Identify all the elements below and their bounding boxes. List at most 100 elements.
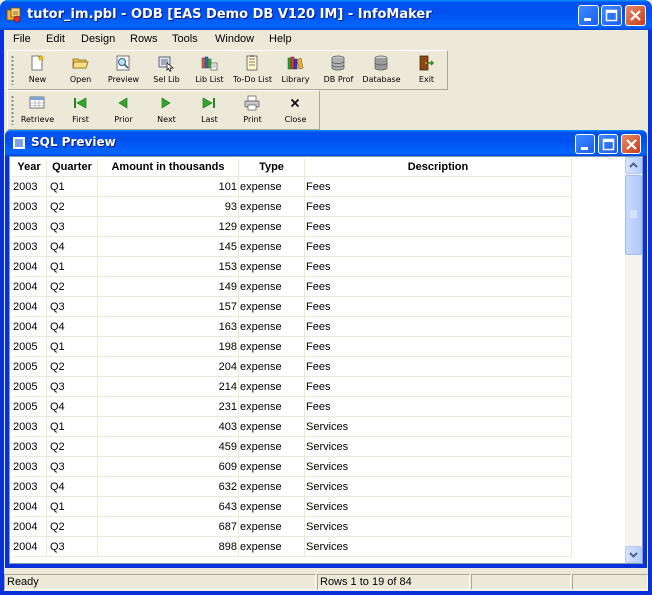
first-button[interactable]: First <box>59 91 102 129</box>
chevron-down-icon <box>629 552 638 558</box>
library-button[interactable]: Library <box>274 51 317 89</box>
close-button[interactable] <box>625 5 646 26</box>
prior-button[interactable]: Prior <box>102 91 145 129</box>
last-button[interactable]: Last <box>188 91 231 129</box>
table-row[interactable]: 2004 Q3 157 expense Fees <box>12 297 620 317</box>
cell-amount: 632 <box>98 477 239 497</box>
menu-design[interactable]: Design <box>81 33 115 45</box>
cell-amount: 93 <box>98 197 239 217</box>
select-library-button[interactable]: Sel Lib <box>145 51 188 89</box>
cell-year: 2003 <box>12 477 47 497</box>
library-list-icon <box>201 56 218 71</box>
table-row[interactable]: 2004 Q4 163 expense Fees <box>12 317 620 337</box>
cell-year: 2004 <box>12 497 47 517</box>
column-header-quarter[interactable]: Quarter <box>47 159 98 177</box>
table-row[interactable]: 2004 Q1 643 expense Services <box>12 497 620 517</box>
cell-amount: 609 <box>98 457 239 477</box>
cell-year: 2004 <box>12 297 47 317</box>
table-row[interactable]: 2003 Q1 101 expense Fees <box>12 177 620 197</box>
printer-icon <box>244 95 260 111</box>
minimize-icon <box>584 18 591 21</box>
menu-edit[interactable]: Edit <box>46 33 65 45</box>
app-titlebar[interactable]: tutor_im.pbl - ODB [EAS Demo DB V120 IM]… <box>0 0 652 30</box>
cell-type: expense <box>239 237 305 257</box>
open-button[interactable]: Open <box>59 51 102 89</box>
menu-file[interactable]: File <box>13 33 31 45</box>
cell-type: expense <box>239 437 305 457</box>
last-arrow-icon <box>202 97 215 109</box>
table-row[interactable]: 2003 Q1 403 expense Services <box>12 417 620 437</box>
cell-amount: 898 <box>98 537 239 557</box>
status-pane-3 <box>471 574 571 590</box>
table-row[interactable]: 2004 Q1 153 expense Fees <box>12 257 620 277</box>
menu-tools[interactable]: Tools <box>172 33 198 45</box>
cell-amount: 214 <box>98 377 239 397</box>
cell-amount: 459 <box>98 437 239 457</box>
data-grid[interactable]: Year Quarter Amount in thousands Type De… <box>12 159 620 563</box>
table-row[interactable]: 2005 Q1 198 expense Fees <box>12 337 620 357</box>
cell-type: expense <box>239 397 305 417</box>
cell-amount: 403 <box>98 417 239 437</box>
menu-rows[interactable]: Rows <box>130 33 158 45</box>
menu-window[interactable]: Window <box>215 33 254 45</box>
table-row[interactable]: 2004 Q2 149 expense Fees <box>12 277 620 297</box>
print-button[interactable]: Print <box>231 91 274 129</box>
vertical-scrollbar[interactable] <box>625 157 642 563</box>
todo-list-icon <box>246 55 258 71</box>
minimize-button[interactable] <box>578 5 599 26</box>
maximize-button[interactable] <box>601 5 622 26</box>
cell-quarter: Q4 <box>47 477 98 497</box>
next-arrow-icon <box>161 97 171 109</box>
library-list-button[interactable]: Lib List <box>188 51 231 89</box>
status-row-count: Rows 1 to 19 of 84 <box>317 574 470 590</box>
prior-arrow-icon <box>118 97 128 109</box>
cell-quarter: Q2 <box>47 517 98 537</box>
close-icon <box>630 10 641 21</box>
cell-description: Fees <box>305 277 572 297</box>
cell-year: 2003 <box>12 437 47 457</box>
table-row[interactable]: 2004 Q2 687 expense Services <box>12 517 620 537</box>
todo-list-button[interactable]: To-Do List <box>231 51 274 89</box>
cell-year: 2004 <box>12 277 47 297</box>
column-header-type[interactable]: Type <box>239 159 305 177</box>
retrieve-button[interactable]: Retrieve <box>16 91 59 129</box>
preview-toolbar: Retrieve First Prior Next Last Print Clo… <box>7 90 320 130</box>
exit-button[interactable]: Exit <box>405 51 448 89</box>
child-close-button[interactable] <box>621 134 641 154</box>
close-sheet-button[interactable]: Close <box>274 91 317 129</box>
table-row[interactable]: 2003 Q4 145 expense Fees <box>12 237 620 257</box>
db-profile-button[interactable]: DB Prof <box>317 51 360 89</box>
menu-help[interactable]: Help <box>269 33 292 45</box>
child-maximize-button[interactable] <box>598 134 618 154</box>
cell-year: 2005 <box>12 357 47 377</box>
table-row[interactable]: 2003 Q3 609 expense Services <box>12 457 620 477</box>
next-button[interactable]: Next <box>145 91 188 129</box>
sql-preview-client: Year Quarter Amount in thousands Type De… <box>9 156 643 564</box>
table-row[interactable]: 2003 Q2 93 expense Fees <box>12 197 620 217</box>
table-row[interactable]: 2003 Q2 459 expense Services <box>12 437 620 457</box>
table-row[interactable]: 2005 Q3 214 expense Fees <box>12 377 620 397</box>
cell-description: Fees <box>305 177 572 197</box>
cell-type: expense <box>239 417 305 437</box>
table-row[interactable]: 2003 Q4 632 expense Services <box>12 477 620 497</box>
cell-year: 2004 <box>12 517 47 537</box>
database-button[interactable]: Database <box>360 51 403 89</box>
table-row[interactable]: 2005 Q2 204 expense Fees <box>12 357 620 377</box>
new-button[interactable]: New <box>16 51 59 89</box>
column-header-year[interactable]: Year <box>12 159 47 177</box>
app-client-area: File Edit Design Rows Tools Window Help … <box>4 30 648 591</box>
table-row[interactable]: 2003 Q3 129 expense Fees <box>12 217 620 237</box>
preview-button[interactable]: Preview <box>102 51 145 89</box>
child-minimize-button[interactable] <box>575 134 595 154</box>
column-header-description[interactable]: Description <box>305 159 572 177</box>
cell-amount: 198 <box>98 337 239 357</box>
table-row[interactable]: 2005 Q4 231 expense Fees <box>12 397 620 417</box>
table-row[interactable]: 2004 Q3 898 expense Services <box>12 537 620 557</box>
column-header-amount[interactable]: Amount in thousands <box>98 159 239 177</box>
scroll-up-button[interactable] <box>625 157 642 174</box>
cell-year: 2005 <box>12 377 47 397</box>
sql-preview-titlebar[interactable]: SQL Preview <box>5 130 647 156</box>
scroll-down-button[interactable] <box>625 546 642 563</box>
scroll-thumb[interactable] <box>625 175 642 255</box>
cell-quarter: Q1 <box>47 257 98 277</box>
